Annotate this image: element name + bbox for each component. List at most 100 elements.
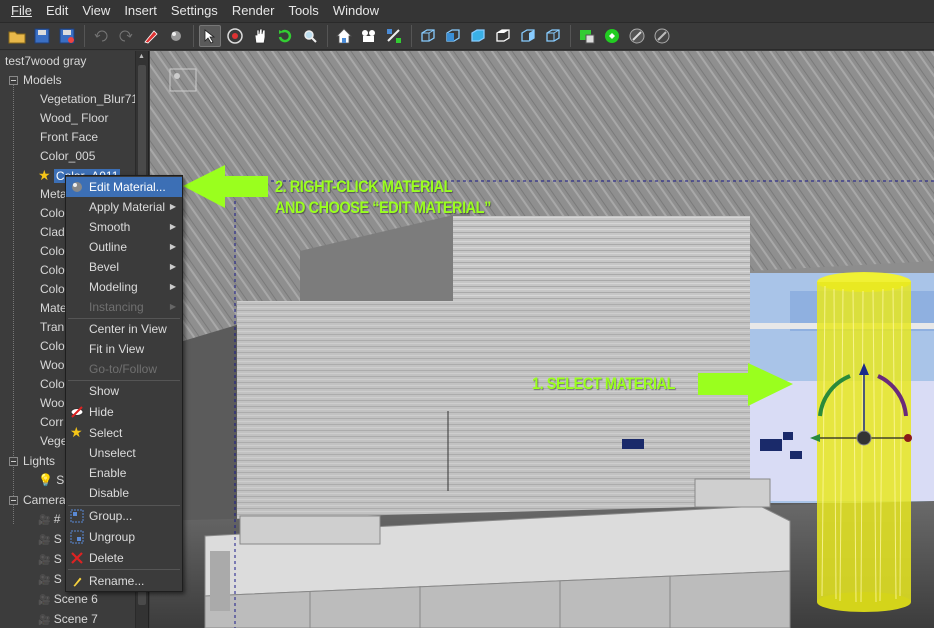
tree-model-item[interactable]: Colo (40, 242, 65, 261)
tree-cameras[interactable]: Camera (23, 491, 66, 510)
menu-file[interactable]: File (4, 0, 39, 22)
ungroup-icon (70, 530, 84, 544)
sphere-icon[interactable] (165, 25, 187, 47)
tool-icon[interactable] (626, 25, 648, 47)
tree-camera-item[interactable]: 🎥 S (38, 550, 62, 569)
view-cube-1-icon[interactable] (417, 25, 439, 47)
menu-render[interactable]: Render (225, 0, 282, 22)
menu-center-in-view[interactable]: Center in View (66, 319, 182, 339)
view-cube-5-icon[interactable] (517, 25, 539, 47)
annotation-arrows (183, 165, 793, 406)
menu-item-label: Edit Material... (89, 180, 166, 194)
menu-apply-material[interactable]: Apply Material ▶ (66, 197, 182, 217)
menu-insert[interactable]: Insert (117, 0, 164, 22)
select-icon[interactable] (199, 25, 221, 47)
tree-model-item[interactable]: Vege (40, 432, 67, 451)
tree-model-item[interactable]: Vegetation_Blur71 (40, 90, 138, 109)
tree-model-item[interactable]: Color_005 (40, 147, 95, 166)
tree-camera-item[interactable]: 🎥 S (38, 570, 62, 589)
submenu-arrow-icon: ▶ (169, 242, 176, 251)
tree-model-item[interactable]: Colo (40, 204, 65, 223)
save-as-icon[interactable] (56, 25, 78, 47)
view-cube-6-icon[interactable] (542, 25, 564, 47)
menu-show[interactable]: Show (66, 381, 182, 401)
tree-camera-item[interactable]: 🎥 Scene 6 (38, 590, 98, 609)
pan-icon[interactable] (249, 25, 271, 47)
tree-model-item[interactable]: Woo (40, 356, 64, 375)
tree-model-item[interactable]: Tran (40, 318, 64, 337)
tree-camera-item[interactable]: 🎥 # (38, 510, 60, 529)
context-menu: Edit Material... Apply Material ▶ Smooth ▶… (65, 175, 183, 592)
tree-model-item[interactable]: Colo (40, 280, 65, 299)
menu-delete[interactable]: Delete (66, 548, 182, 568)
tree-model-item[interactable]: Colo (40, 375, 65, 394)
tree-light-item[interactable]: 💡 S (38, 471, 64, 490)
menu-select[interactable]: ★ Select (66, 423, 182, 443)
menu-view[interactable]: View (75, 0, 117, 22)
zoom-icon[interactable] (299, 25, 321, 47)
menu-window[interactable]: Window (326, 0, 386, 22)
tree-model-item[interactable]: Colo (40, 337, 65, 356)
light-bulb-icon: 💡 (38, 473, 53, 487)
tree-model-item[interactable]: Front Face (40, 128, 98, 147)
view-cube-2-icon[interactable] (442, 25, 464, 47)
tree-model-item[interactable]: Colo (40, 261, 65, 280)
tree-model-item[interactable]: Corr (40, 413, 63, 432)
menu-item-label: Bevel (89, 260, 120, 274)
lights-expander[interactable] (9, 457, 18, 466)
menu-edit[interactable]: Edit (39, 0, 75, 22)
tree-camera-item[interactable]: 🎥 Scene 7 (38, 610, 98, 628)
undo-icon[interactable] (90, 25, 112, 47)
open-icon[interactable] (6, 25, 28, 47)
submenu-arrow-icon: ▶ (169, 222, 176, 231)
menu-tools[interactable]: Tools (281, 0, 325, 22)
menu-edit-material[interactable]: Edit Material... (66, 177, 182, 197)
3d-viewport[interactable]: 2. RIGHT-CLICK MATERIAL AND CHOOSE “EDIT… (150, 51, 934, 628)
home-icon[interactable] (333, 25, 355, 47)
menu-group[interactable]: Group... (66, 506, 182, 526)
annotation-step1: 1. SELECT MATERIAL (532, 374, 676, 393)
scroll-up-icon[interactable]: ▲ (138, 53, 145, 60)
menu-smooth[interactable]: Smooth ▶ (66, 217, 182, 237)
hide-icon (70, 406, 84, 418)
rotate-icon[interactable] (274, 25, 296, 47)
settings-green-icon[interactable] (601, 25, 623, 47)
tree-model-item[interactable]: Wood_ Floor (40, 109, 108, 128)
menu-ungroup[interactable]: Ungroup (66, 527, 182, 547)
transform-icon[interactable] (383, 25, 405, 47)
redo-icon[interactable] (115, 25, 137, 47)
menu-unselect[interactable]: Unselect (66, 443, 182, 463)
menu-go-to-follow: Go-to/Follow (89, 362, 158, 376)
menu-outline[interactable]: Outline ▶ (66, 237, 182, 257)
save-icon[interactable] (31, 25, 53, 47)
orbit-icon[interactable] (224, 25, 246, 47)
tree-root[interactable]: test7wood gray (5, 52, 86, 71)
cameras-expander[interactable] (9, 496, 18, 505)
tree-models[interactable]: Models (23, 71, 62, 90)
tree-model-item[interactable]: Clad (40, 223, 65, 242)
menu-bevel[interactable]: Bevel ▶ (66, 257, 182, 277)
tree-lights[interactable]: Lights (23, 452, 55, 471)
render-icon[interactable] (576, 25, 598, 47)
models-expander[interactable] (9, 76, 18, 85)
tree-camera-item[interactable]: 🎥 S (38, 530, 62, 549)
view-cube-3-icon[interactable] (467, 25, 489, 47)
tree-model-item[interactable]: Meta (40, 185, 67, 204)
toolbar-separator (193, 25, 194, 47)
camera-icon[interactable] (358, 25, 380, 47)
menu-hide[interactable]: Hide (66, 402, 182, 422)
menu-fit-in-view[interactable]: Fit in View (66, 339, 182, 359)
tree-model-item[interactable]: Mate (40, 299, 67, 318)
submenu-arrow-icon: ▶ (169, 302, 176, 311)
view-cube-4-icon[interactable] (492, 25, 514, 47)
disable-icon[interactable] (651, 25, 673, 47)
menu-enable[interactable]: Enable (66, 463, 182, 483)
paint-icon[interactable] (140, 25, 162, 47)
menu-settings[interactable]: Settings (164, 0, 225, 22)
tree-model-item[interactable]: Woo (40, 394, 64, 413)
menu-disable[interactable]: Disable (66, 483, 182, 503)
menu-rename[interactable]: Rename... (66, 571, 182, 591)
camera-icon: 🎥 (38, 515, 51, 526)
camera-icon: 🎥 (38, 595, 51, 606)
menu-modeling[interactable]: Modeling ▶ (66, 277, 182, 297)
